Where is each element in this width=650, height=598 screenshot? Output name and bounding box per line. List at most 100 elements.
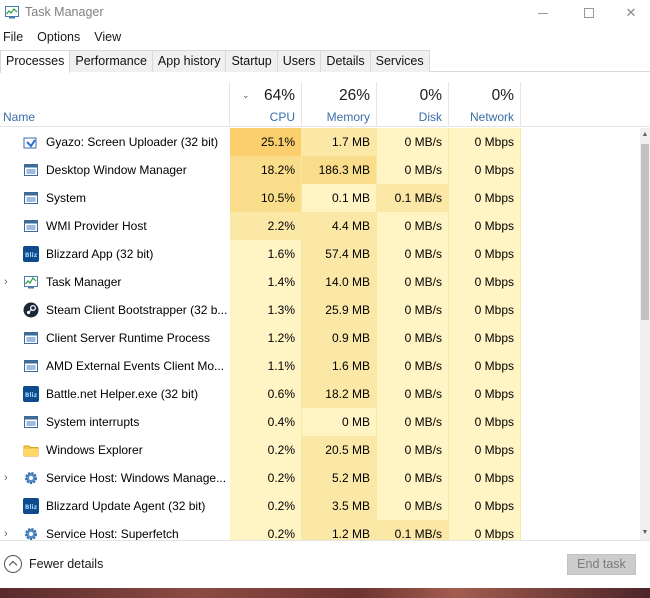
column-header-memory[interactable]: 26% Memory xyxy=(302,82,377,127)
process-cpu: 0.2% xyxy=(230,436,302,464)
process-network: 0 Mbps xyxy=(449,464,521,492)
column-header-row: Name ⌄ 64% CPU 26% Memory 0% Disk 0% Net… xyxy=(0,82,650,127)
process-row[interactable]: › Service Host: Superfetch 0.2% 1.2 MB 0.1 M… xyxy=(0,520,640,540)
maximize-button[interactable] xyxy=(566,0,612,26)
scroll-down-icon[interactable]: ▼ xyxy=(640,526,650,540)
process-cpu: 0.2% xyxy=(230,464,302,492)
process-cpu: 10.5% xyxy=(230,184,302,212)
scroll-up-icon[interactable]: ▲ xyxy=(640,128,650,142)
process-name: WMI Provider Host xyxy=(46,219,147,233)
sort-chevron-icon: ⌄ xyxy=(242,90,250,100)
process-disk: 0 MB/s xyxy=(377,212,449,240)
minimize-icon xyxy=(538,12,548,14)
column-header-name[interactable]: Name xyxy=(0,82,230,127)
column-cpu-label: CPU xyxy=(269,110,295,124)
close-button[interactable]: ✕ xyxy=(612,0,650,26)
chevron-up-circle-icon[interactable] xyxy=(4,555,22,573)
process-name: Task Manager xyxy=(46,275,122,289)
process-row[interactable]: Desktop Window Manager 18.2% 186.3 MB 0 MB/… xyxy=(0,156,640,184)
process-memory: 4.4 MB xyxy=(302,212,377,240)
process-row[interactable]: Windows Explorer 0.2% 20.5 MB 0 MB/s 0 Mbps xyxy=(0,436,640,464)
process-name: System interrupts xyxy=(46,415,140,429)
process-memory: 57.4 MB xyxy=(302,240,377,268)
process-name: AMD External Events Client Mo... xyxy=(46,359,225,373)
process-memory: 186.3 MB xyxy=(302,156,377,184)
process-network: 0 Mbps xyxy=(449,268,521,296)
process-network: 0 Mbps xyxy=(449,352,521,380)
column-header-cpu[interactable]: ⌄ 64% CPU xyxy=(230,82,302,127)
process-row[interactable]: Bliz Battle.net Helper.exe (32 bit) 0.6% 18… xyxy=(0,380,640,408)
tab-users[interactable]: Users xyxy=(276,50,322,72)
process-name: Service Host: Superfetch xyxy=(46,527,179,540)
column-disk-label: Disk xyxy=(418,110,442,124)
end-task-button[interactable]: End task xyxy=(567,554,636,575)
vertical-scrollbar[interactable]: ▲ ▼ xyxy=(640,128,650,540)
process-name: Client Server Runtime Process xyxy=(46,331,211,345)
process-network: 0 Mbps xyxy=(449,436,521,464)
process-cpu: 0.2% xyxy=(230,492,302,520)
process-disk: 0 MB/s xyxy=(377,128,449,156)
disk-total: 0% xyxy=(419,87,442,104)
process-network: 0 Mbps xyxy=(449,212,521,240)
process-network: 0 Mbps xyxy=(449,156,521,184)
process-memory: 0 MB xyxy=(302,408,377,436)
process-name: System xyxy=(46,191,87,205)
process-row[interactable]: › Service Host: Windows Manage... 0.2% 5.2 … xyxy=(0,464,640,492)
window-title: Task Manager xyxy=(25,5,104,19)
process-name: Gyazo: Screen Uploader (32 bit) xyxy=(46,135,219,149)
tab-performance[interactable]: Performance xyxy=(69,50,153,72)
tab-details[interactable]: Details xyxy=(320,50,371,72)
process-disk: 0 MB/s xyxy=(377,380,449,408)
process-row[interactable]: System interrupts 0.4% 0 MB 0 MB/s 0 Mbps xyxy=(0,408,640,436)
maximize-icon xyxy=(584,8,594,18)
process-cpu: 0.4% xyxy=(230,408,302,436)
process-network: 0 Mbps xyxy=(449,240,521,268)
process-disk: 0 MB/s xyxy=(377,240,449,268)
process-cpu: 2.2% xyxy=(230,212,302,240)
process-row[interactable]: System 10.5% 0.1 MB 0.1 MB/s 0 Mbps xyxy=(0,184,640,212)
menu-options[interactable]: Options xyxy=(37,27,80,47)
process-network: 0 Mbps xyxy=(449,492,521,520)
desktop-background xyxy=(0,588,650,598)
process-name: Steam Client Bootstrapper (32 b... xyxy=(46,303,228,317)
process-row[interactable]: Gyazo: Screen Uploader (32 bit) 25.1% 1.7 … xyxy=(0,128,640,156)
process-name: Windows Explorer xyxy=(46,443,143,457)
menu-file[interactable]: File xyxy=(3,27,23,47)
process-network: 0 Mbps xyxy=(449,380,521,408)
minimize-button[interactable] xyxy=(520,0,566,26)
process-row[interactable]: › Task Manager 1.4% 14.0 MB 0 MB/s 0 Mbps xyxy=(0,268,640,296)
process-name: Blizzard Update Agent (32 bit) xyxy=(46,499,206,513)
process-name: Desktop Window Manager xyxy=(46,163,187,177)
process-cpu: 18.2% xyxy=(230,156,302,184)
process-cpu: 1.6% xyxy=(230,240,302,268)
process-row[interactable]: AMD External Events Client Mo... 1.1% 1.6 … xyxy=(0,352,640,380)
process-cpu: 25.1% xyxy=(230,128,302,156)
process-memory: 18.2 MB xyxy=(302,380,377,408)
column-header-disk[interactable]: 0% Disk xyxy=(377,82,449,127)
cpu-total: 64% xyxy=(263,87,295,104)
process-row[interactable]: WMI Provider Host 2.2% 4.4 MB 0 MB/s 0 Mbps xyxy=(0,212,640,240)
fewer-details-link[interactable]: Fewer details xyxy=(29,557,103,571)
tab-processes[interactable]: Processes xyxy=(0,50,71,73)
process-disk: 0.1 MB/s xyxy=(377,184,449,212)
process-row[interactable]: Bliz Blizzard App (32 bit) 1.6% 57.4 MB 0 MB… xyxy=(0,240,640,268)
process-row[interactable]: Client Server Runtime Process 1.2% 0.9 MB 0… xyxy=(0,324,640,352)
process-disk: 0 MB/s xyxy=(377,492,449,520)
process-row[interactable]: Steam Client Bootstrapper (32 b... 1.3% 25… xyxy=(0,296,640,324)
scrollbar-thumb[interactable] xyxy=(641,144,649,320)
process-network: 0 Mbps xyxy=(449,128,521,156)
process-cpu: 1.2% xyxy=(230,324,302,352)
process-memory: 20.5 MB xyxy=(302,436,377,464)
tab-startup[interactable]: Startup xyxy=(225,50,278,72)
menu-view[interactable]: View xyxy=(94,27,121,47)
column-memory-label: Memory xyxy=(326,110,370,124)
process-name: Blizzard App (32 bit) xyxy=(46,247,154,261)
process-row[interactable]: Bliz Blizzard Update Agent (32 bit) 0.2% 3.… xyxy=(0,492,640,520)
network-total: 0% xyxy=(491,87,514,104)
process-memory: 1.6 MB xyxy=(302,352,377,380)
tab-services[interactable]: Services xyxy=(369,50,430,72)
process-cpu: 0.2% xyxy=(230,520,302,540)
column-header-network[interactable]: 0% Network xyxy=(449,82,521,127)
process-memory: 5.2 MB xyxy=(302,464,377,492)
tab-app-history[interactable]: App history xyxy=(151,50,227,72)
